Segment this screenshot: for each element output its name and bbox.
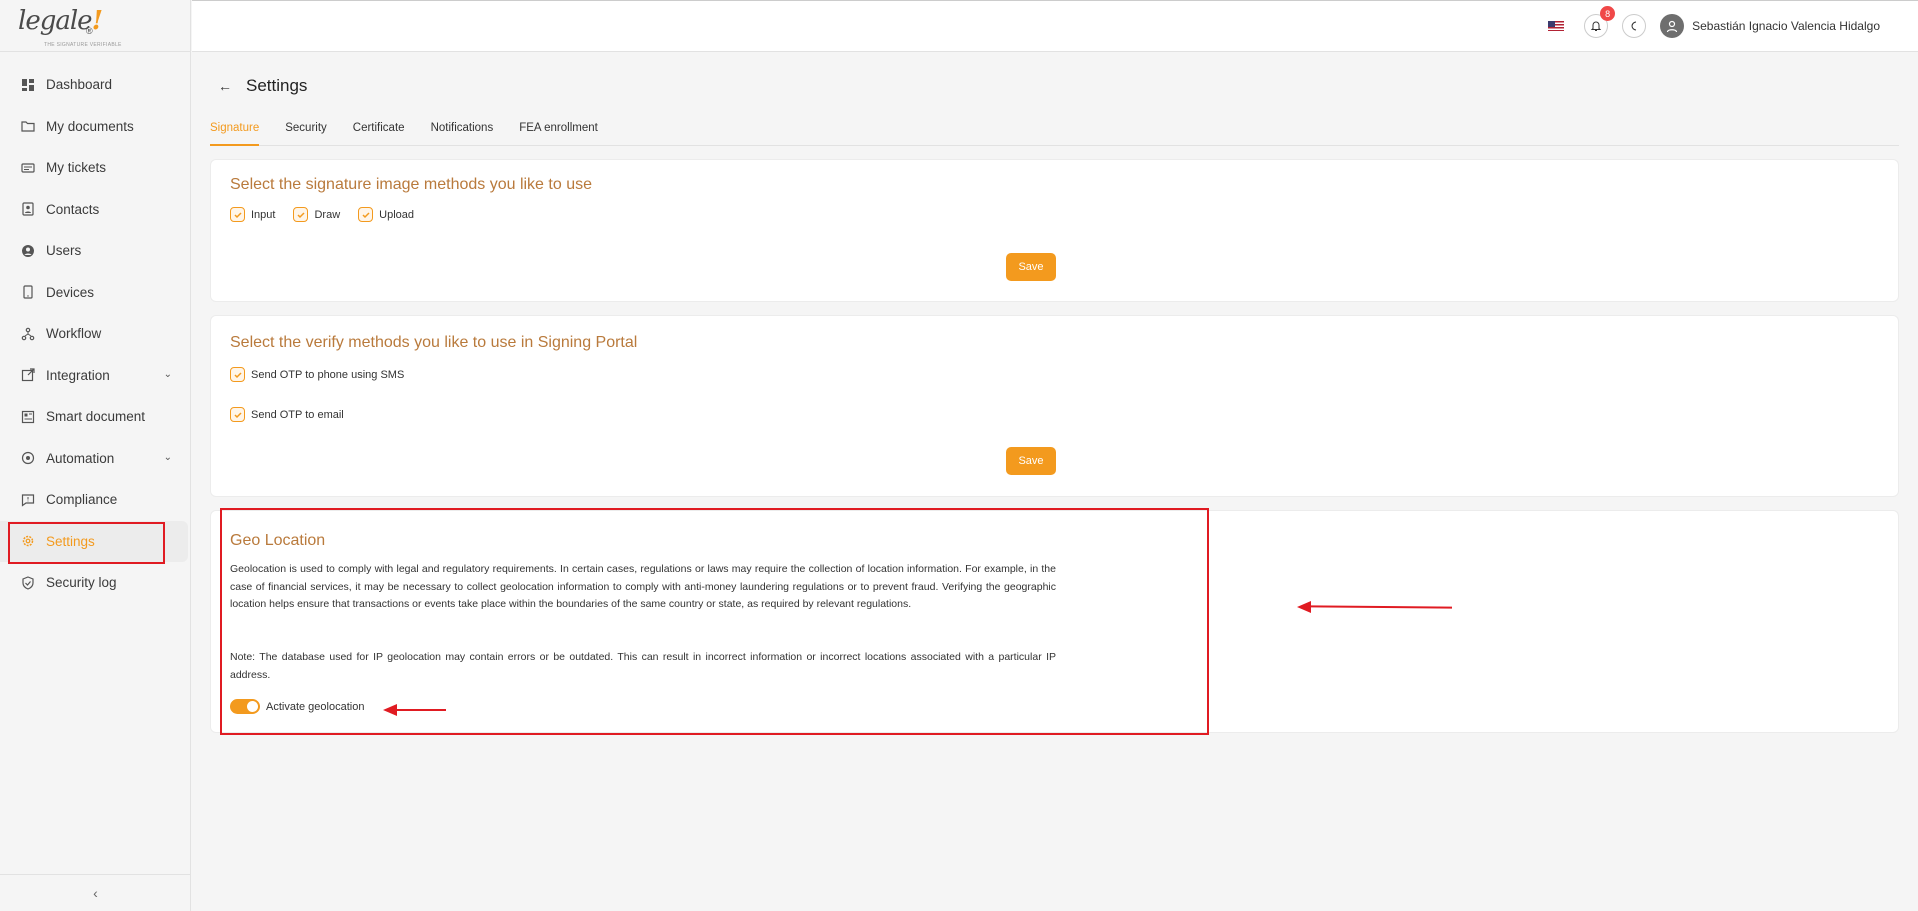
notification-badge: 8 (1600, 6, 1616, 21)
chevron-left-icon: ‹ (93, 885, 98, 901)
message-icon (20, 492, 36, 508)
sidebar-nav: Dashboard My documents My tickets Contac… (0, 52, 190, 604)
top-bar: 8 Sebastián Ignacio Valencia Hidalgo (192, 0, 1918, 52)
annotation-highlight-box (8, 521, 165, 564)
sidebar-item-settings[interactable]: Settings (0, 520, 188, 564)
chevron-down-icon[interactable]: ⌄ (164, 369, 172, 380)
sidebar-item-label: Smart document (46, 409, 146, 425)
folder-icon (20, 118, 36, 134)
check-icon (233, 411, 242, 418)
verify-methods-title: Select the verify methods you like to us… (230, 334, 638, 351)
us-flag-icon[interactable] (1548, 21, 1565, 31)
automation-icon (20, 450, 36, 466)
sidebar-item-label: Dashboard (46, 77, 113, 93)
draw-checkbox-label: Draw (314, 208, 341, 221)
sidebar-item-label: My documents (46, 118, 134, 134)
sidebar-item-label: Contacts (46, 201, 100, 217)
check-icon (297, 211, 305, 218)
save-verify-button[interactable]: Save (1006, 447, 1056, 475)
smart-doc-icon (20, 409, 36, 425)
ticket-icon (20, 160, 36, 176)
notifications-button[interactable]: 8 (1584, 6, 1616, 38)
sidebar-item-label: Security log (46, 575, 117, 591)
logo-bang: ! (91, 6, 103, 36)
sidebar-collapse-button[interactable]: ‹ (0, 874, 191, 911)
contacts-icon (20, 201, 36, 217)
email-otp-label: Send OTP to email (251, 408, 344, 421)
upload-checkbox[interactable] (358, 207, 374, 222)
logo-text: legale (18, 6, 93, 36)
sidebar: legale! ® THE SIGNATURE VERIFIABLE Dashb… (0, 0, 191, 911)
sidebar-item-security-log[interactable]: Security log (0, 562, 190, 604)
sidebar-item-label: Integration (46, 367, 110, 383)
sidebar-item-integration[interactable]: Integration ⌄ (0, 355, 190, 397)
theme-toggle-button[interactable] (1622, 14, 1647, 38)
sidebar-item-smart-document[interactable]: Smart document (0, 396, 190, 438)
main-content: ← Settings Signature Security Certificat… (210, 52, 1899, 733)
sidebar-item-my-tickets[interactable]: My tickets (0, 147, 190, 189)
save-signature-button[interactable]: Save (1006, 253, 1056, 281)
sidebar-item-my-documents[interactable]: My documents (0, 106, 190, 148)
shield-icon (20, 575, 36, 591)
verify-methods-card: Select the verify methods you like to us… (210, 315, 1899, 497)
logo-registered: ® (86, 26, 93, 36)
tab-certificate[interactable]: Certificate (353, 120, 405, 146)
sms-otp-checkbox[interactable] (230, 367, 245, 382)
sidebar-item-devices[interactable]: Devices (0, 272, 190, 314)
signature-methods-title: Select the signature image methods you l… (230, 176, 592, 193)
email-otp-checkbox[interactable] (230, 407, 245, 422)
logo-tagline: THE SIGNATURE VERIFIABLE (44, 42, 122, 48)
sms-otp-label: Send OTP to phone using SMS (251, 368, 405, 381)
settings-tabs: Signature Security Certificate Notificat… (210, 120, 1899, 146)
sidebar-item-label: Compliance (46, 492, 118, 508)
chevron-down-icon[interactable]: ⌄ (164, 452, 172, 463)
check-icon (362, 211, 370, 218)
upload-checkbox-label: Upload (379, 208, 414, 221)
sidebar-item-workflow[interactable]: Workflow (0, 313, 190, 355)
user-circle-icon (20, 243, 36, 259)
device-icon (20, 284, 36, 300)
workflow-icon (20, 326, 36, 342)
sidebar-item-label: Devices (46, 284, 95, 300)
sidebar-item-dashboard[interactable]: Dashboard (0, 64, 190, 106)
tab-signature[interactable]: Signature (210, 120, 260, 146)
sidebar-item-label: Workflow (46, 326, 102, 342)
annotation-highlight-box (220, 508, 1209, 735)
back-arrow-icon[interactable]: ← (218, 78, 232, 94)
check-icon (233, 211, 242, 218)
input-checkbox[interactable] (230, 207, 245, 222)
page-header: ← Settings (210, 52, 1899, 120)
bell-icon (1590, 21, 1602, 31)
username[interactable]: Sebastián Ignacio Valencia Hidalgo (1692, 19, 1880, 33)
tab-fea-enrollment[interactable]: FEA enrollment (519, 120, 598, 146)
external-link-icon (20, 367, 36, 383)
check-icon (233, 371, 242, 378)
annotation-arrow-line (394, 709, 446, 711)
sidebar-item-users[interactable]: Users (0, 230, 190, 272)
sidebar-item-contacts[interactable]: Contacts (0, 189, 190, 231)
sidebar-item-automation[interactable]: Automation ⌄ (0, 438, 190, 480)
moon-icon (1631, 21, 1637, 31)
annotation-arrow-head (383, 704, 397, 716)
dashboard-icon (20, 77, 36, 93)
sidebar-item-label: Automation (46, 450, 115, 466)
draw-checkbox[interactable] (293, 207, 309, 222)
annotation-arrow-head (1297, 601, 1311, 613)
input-checkbox-label: Input (251, 208, 276, 221)
user-icon (1666, 20, 1678, 33)
avatar[interactable] (1660, 14, 1685, 38)
logo[interactable]: legale! ® THE SIGNATURE VERIFIABLE (0, 0, 190, 52)
sidebar-item-compliance[interactable]: Compliance (0, 479, 190, 521)
page-title: Settings (246, 76, 308, 95)
tab-security[interactable]: Security (285, 120, 327, 146)
sidebar-item-label: My tickets (46, 160, 107, 176)
signature-methods-card: Select the signature image methods you l… (210, 159, 1899, 302)
sidebar-item-label: Users (46, 243, 82, 259)
tab-notifications[interactable]: Notifications (431, 120, 494, 146)
